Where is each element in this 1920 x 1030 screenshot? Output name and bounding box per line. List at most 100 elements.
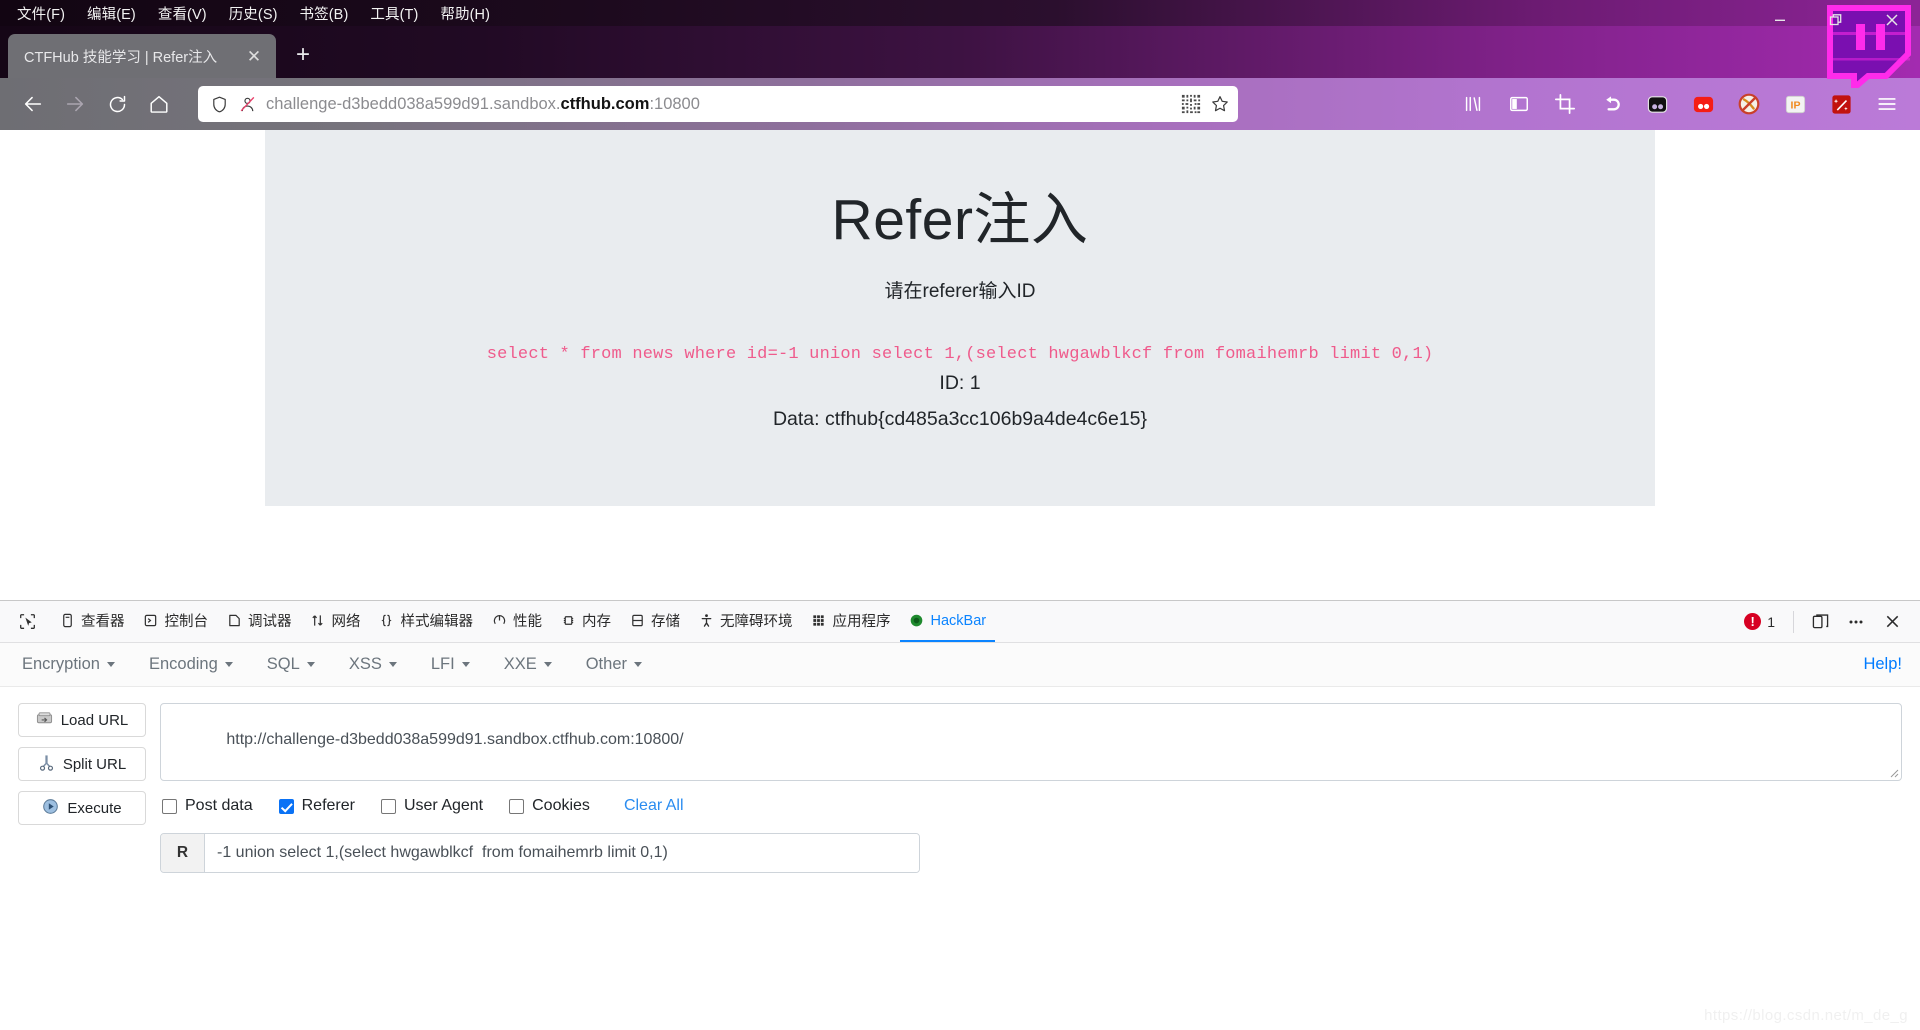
url-textarea[interactable]: http://challenge-d3bedd038a599d91.sandbo… — [160, 703, 1902, 781]
reload-button[interactable] — [98, 85, 136, 123]
screenshot-crop-icon[interactable] — [1550, 89, 1580, 119]
devtools-tab-debugger[interactable]: 调试器 — [217, 601, 301, 642]
checkbox-box[interactable] — [509, 798, 525, 814]
devtools-tab-storage[interactable]: 存储 — [620, 601, 689, 642]
memory-icon — [560, 613, 576, 628]
hackbar-panel: Encryption Encoding SQL XSS LFI XXE Othe… — [0, 643, 1920, 1030]
hackbar-main: http://challenge-d3bedd038a599d91.sandbo… — [160, 703, 1902, 873]
referer-field-tag: R — [161, 834, 205, 872]
menu-item-bookmarks[interactable]: 书签(B) — [289, 1, 360, 26]
dock-toggle-icon[interactable] — [1804, 607, 1836, 637]
menu-item-file[interactable]: 文件(F) — [6, 1, 76, 26]
devtools-tab-application[interactable]: 应用程序 — [802, 601, 900, 642]
menu-item-edit[interactable]: 编辑(E) — [76, 1, 147, 26]
qr-code-icon[interactable] — [1181, 94, 1201, 114]
url-text[interactable]: challenge-d3bedd038a599d91.sandbox.ctfhu… — [266, 95, 1172, 114]
menu-label: Encoding — [148, 655, 218, 673]
hackbar-menu-lfi[interactable]: LFI — [427, 651, 486, 678]
checkbox-user-agent[interactable]: User Agent — [380, 797, 483, 815]
chevron-down-icon — [634, 662, 642, 667]
hackbar-menu-encryption[interactable]: Encryption — [18, 651, 131, 678]
devtools-tab-accessibility[interactable]: 无障碍环境 — [689, 601, 802, 642]
hackbar-menu-xxe[interactable]: XXE — [500, 651, 568, 678]
load-url-button[interactable]: Load URL — [18, 703, 146, 737]
devtools-tab-label: 应用程序 — [832, 614, 891, 630]
split-url-button[interactable]: Split URL — [18, 747, 146, 781]
library-icon[interactable] — [1458, 89, 1488, 119]
checkbox-box[interactable] — [278, 798, 294, 814]
hackbar-menu-xss[interactable]: XSS — [345, 651, 413, 678]
resize-grip-icon[interactable] — [1887, 766, 1899, 778]
menu-item-help[interactable]: 帮助(H) — [429, 1, 501, 26]
clear-all-link[interactable]: Clear All — [624, 797, 684, 815]
checkbox-cookies[interactable]: Cookies — [509, 797, 590, 815]
shield-icon[interactable] — [210, 95, 229, 114]
devtools-tab-memory[interactable]: 内存 — [551, 601, 620, 642]
devtools-tab-label: 性能 — [513, 614, 542, 630]
bookmark-star-icon[interactable] — [1210, 94, 1230, 114]
tab-close-icon[interactable]: ✕ — [244, 46, 264, 66]
debugger-icon — [226, 613, 242, 628]
home-button[interactable] — [140, 85, 178, 123]
devtools-tab-performance[interactable]: 性能 — [482, 601, 551, 642]
tracking-protection-off-icon[interactable] — [238, 95, 257, 114]
hackbar-help-link[interactable]: Help! — [1863, 655, 1902, 674]
checkbox-label: Cookies — [532, 797, 590, 814]
checkbox-post-data[interactable]: Post data — [162, 797, 253, 815]
devtools-tab-style-editor[interactable]: 样式编辑器 — [370, 601, 483, 642]
checkbox-referer[interactable]: Referer — [278, 797, 355, 815]
dark-reader-icon[interactable] — [1642, 89, 1672, 119]
restore-button[interactable] — [1808, 3, 1864, 37]
ip-extension-icon[interactable]: IP — [1780, 89, 1810, 119]
back-button[interactable] — [14, 85, 52, 123]
sidebar-icon[interactable] — [1504, 89, 1534, 119]
page-viewport: Refer注入 请在referer输入ID select * from news… — [0, 130, 1920, 600]
minimize-button[interactable] — [1752, 3, 1808, 37]
menu-bar: 文件(F) 编辑(E) 查看(V) 历史(S) 书签(B) 工具(T) 帮助(H… — [0, 0, 1920, 26]
hackbar-menubar: Encryption Encoding SQL XSS LFI XXE Othe… — [0, 643, 1920, 687]
checkbox-label: Post data — [185, 797, 253, 814]
checkbox-box[interactable] — [162, 798, 177, 814]
button-label: Execute — [67, 799, 122, 817]
checkbox-box[interactable] — [380, 798, 396, 814]
jumbotron: Refer注入 请在referer输入ID select * from news… — [265, 130, 1655, 506]
red-extension-icon[interactable] — [1688, 89, 1718, 119]
element-picker-icon[interactable] — [10, 607, 44, 637]
devtools-tab-console[interactable]: 控制台 — [134, 601, 218, 642]
hackbar-menu-sql[interactable]: SQL — [263, 651, 331, 678]
execute-button[interactable]: Execute — [18, 791, 146, 825]
forward-button[interactable] — [56, 85, 94, 123]
menu-item-tools[interactable]: 工具(T) — [359, 1, 429, 26]
noscript-icon[interactable] — [1734, 89, 1764, 119]
menu-item-history[interactable]: 历史(S) — [218, 1, 289, 26]
hackbar-menu-other[interactable]: Other — [582, 651, 658, 678]
error-count-badge[interactable]: ! 1 — [1736, 613, 1783, 630]
close-button[interactable] — [1864, 3, 1920, 37]
hackbar-menu-encoding[interactable]: Encoding — [145, 651, 249, 678]
browser-tab-active[interactable]: CTFHub 技能学习 | Refer注入 ✕ — [8, 34, 276, 78]
referer-field-input[interactable]: -1 union select 1,(select hwgawblkcf fro… — [205, 834, 919, 872]
url-bar[interactable]: challenge-d3bedd038a599d91.sandbox.ctfhu… — [198, 86, 1238, 122]
menu-item-view[interactable]: 查看(V) — [147, 1, 218, 26]
devtools-tab-inspector[interactable]: 查看器 — [50, 601, 134, 642]
undo-close-tab-icon[interactable] — [1596, 89, 1626, 119]
sql-query-text: select * from news where id=-1 union sel… — [486, 344, 1434, 364]
chevron-down-icon — [543, 662, 552, 667]
app-menu-icon[interactable] — [1872, 89, 1902, 119]
devtools-tab-network[interactable]: 网络 — [301, 601, 370, 642]
navigation-toolbar: challenge-d3bedd038a599d91.sandbox.ctfhu… — [0, 78, 1920, 130]
devtools-tab-label: 内存 — [582, 614, 611, 630]
close-devtools-icon[interactable] — [1876, 607, 1908, 637]
restore-icon — [1829, 14, 1842, 26]
storage-icon — [629, 613, 645, 628]
new-tab-button[interactable]: + — [282, 34, 324, 76]
button-label: Split URL — [62, 755, 127, 773]
devtools-tab-hackbar[interactable]: HackBar — [899, 601, 996, 642]
more-options-icon[interactable] — [1840, 607, 1872, 637]
error-icon: ! — [1744, 613, 1762, 630]
referer-field-row[interactable]: R -1 union select 1,(select hwgawblkcf f… — [160, 833, 920, 873]
magic-wand-extension-icon[interactable] — [1826, 89, 1856, 119]
execute-icon — [42, 798, 59, 819]
menu-label: LFI — [430, 655, 455, 673]
id-result-text: ID: 1 — [939, 371, 981, 394]
